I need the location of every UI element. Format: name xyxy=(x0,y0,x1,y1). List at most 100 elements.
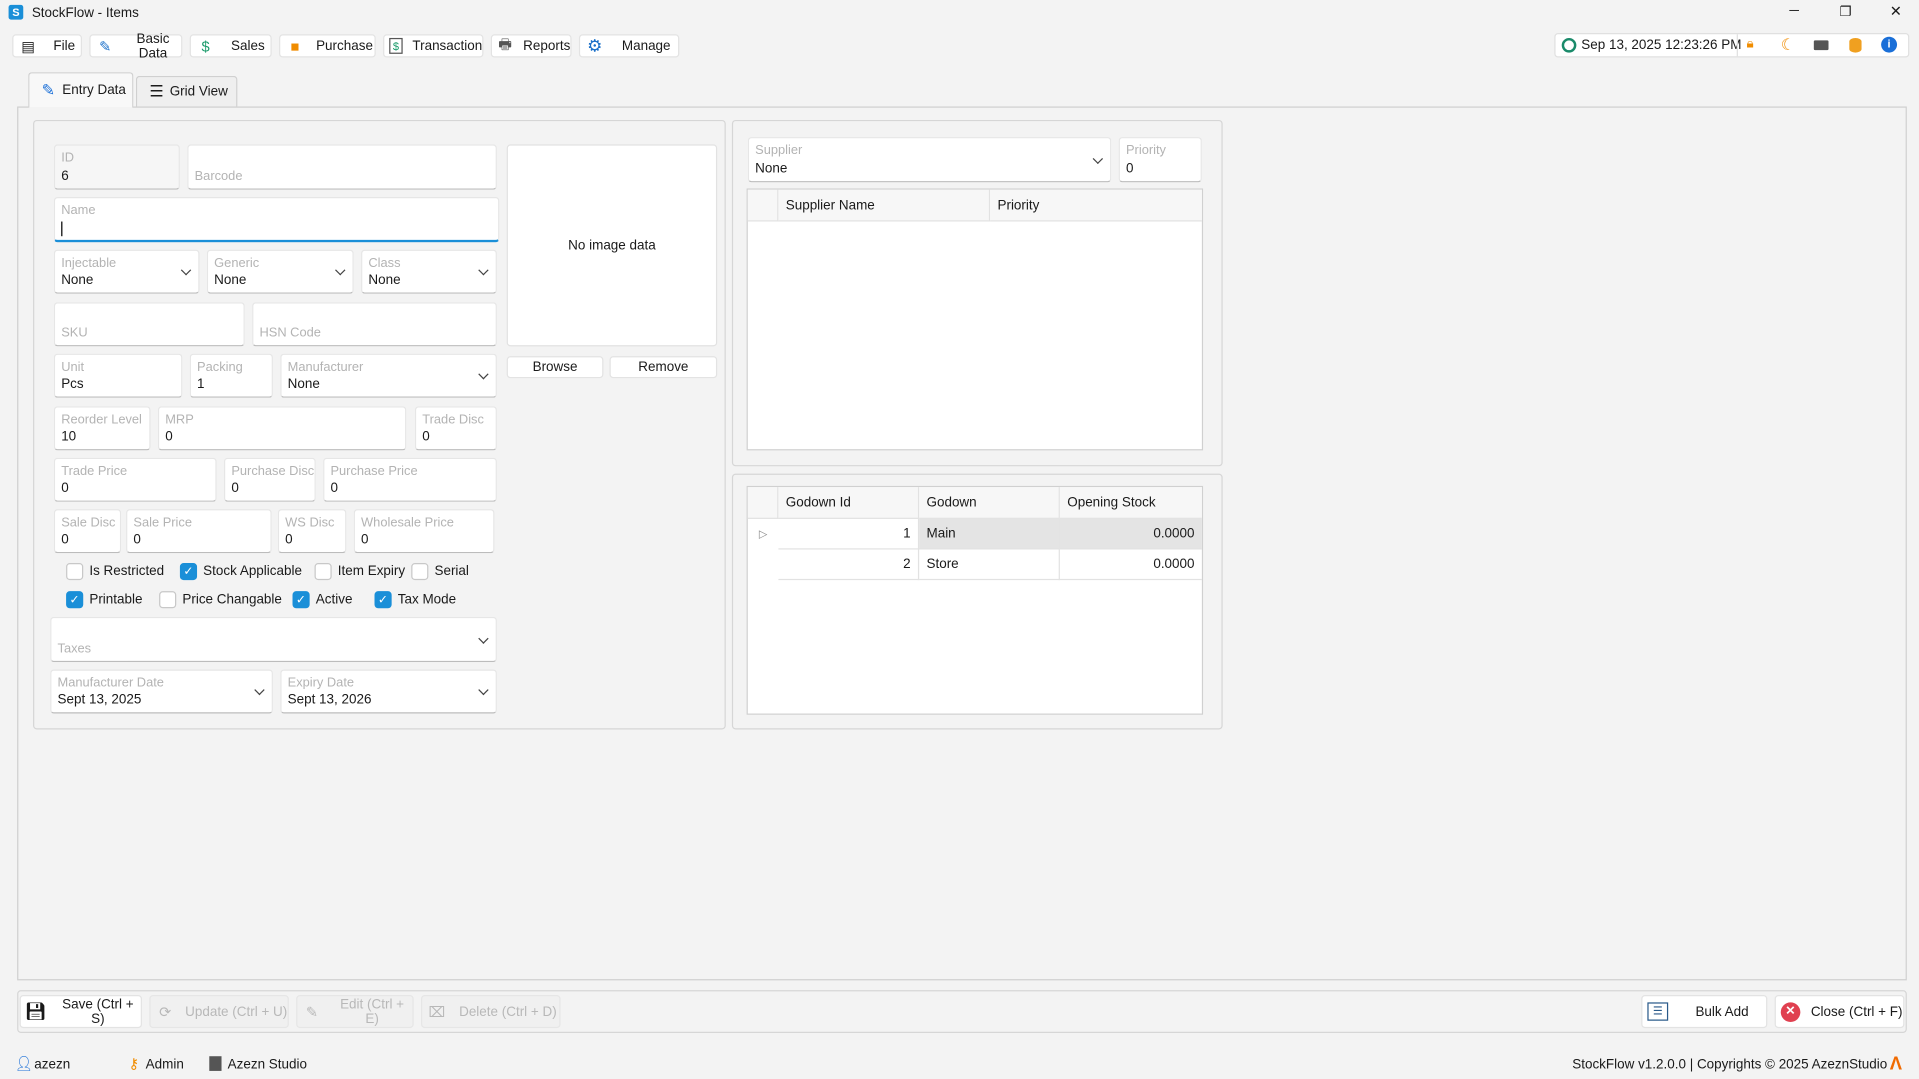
godown-grid[interactable]: Godown Id Godown Opening Stock ▷ 1 Main … xyxy=(746,485,1204,715)
update-button[interactable]: ⟳ Update (Ctrl + U) xyxy=(149,995,289,1029)
chevron-down-icon xyxy=(254,684,265,696)
keyboard-icon[interactable] xyxy=(1813,40,1829,51)
reorder-level-field[interactable]: Reorder Level 10 xyxy=(53,406,151,451)
class-dropdown[interactable]: Class None xyxy=(361,249,497,294)
cell-godown[interactable]: Store xyxy=(919,549,1060,581)
cell-opening-stock[interactable]: 0.0000 xyxy=(1059,550,1202,581)
packing-field[interactable]: Packing 1 xyxy=(189,353,273,398)
supplier-priority-field[interactable]: Priority 0 xyxy=(1118,137,1202,183)
stock-applicable-checkbox[interactable]: ✓ Stock Applicable xyxy=(179,562,302,581)
column-header-godown[interactable]: Godown xyxy=(919,487,1060,519)
button-label: Browse xyxy=(532,359,578,375)
database-icon[interactable] xyxy=(1849,37,1862,53)
close-window-button[interactable]: ✕ xyxy=(1890,2,1902,19)
generic-dropdown[interactable]: Generic None xyxy=(206,249,354,294)
checkbox-label: Tax Mode xyxy=(397,592,457,608)
cell-opening-stock[interactable]: 0.0000 xyxy=(1059,518,1202,550)
menu-sales[interactable]: $ Sales xyxy=(189,34,272,58)
printable-checkbox[interactable]: ✓ Printable xyxy=(66,591,142,609)
manufacturer-dropdown[interactable]: Manufacturer None xyxy=(280,353,497,398)
menu-basic-data[interactable]: ✎ Basic Data xyxy=(89,31,183,61)
remove-button[interactable]: Remove xyxy=(609,356,718,379)
column-header-opening-stock[interactable]: Opening Stock xyxy=(1059,487,1202,519)
field-label: WS Disc xyxy=(285,515,335,530)
sale-disc-field[interactable]: Sale Disc 0 xyxy=(53,509,122,554)
printer-icon: 🖶 xyxy=(498,35,513,53)
menu-transaction[interactable]: $ Transaction xyxy=(383,34,484,58)
price-changable-checkbox[interactable]: Price Changable xyxy=(159,591,282,609)
item-expiry-checkbox[interactable]: Item Expiry xyxy=(314,562,405,581)
hsn-code-field[interactable]: HSN Code xyxy=(252,302,497,347)
save-icon: 💾︎ xyxy=(24,1001,47,1021)
menu-label: Basic Data xyxy=(136,31,170,61)
bulk-add-button[interactable]: ☰ Bulk Add xyxy=(1641,995,1768,1029)
key-icon: ⚷ xyxy=(128,1055,140,1073)
column-header-godown-id[interactable]: Godown Id xyxy=(778,487,920,519)
menu-manage[interactable]: ⚙ Manage xyxy=(578,34,680,58)
lock-icon[interactable]: 🔒︎ xyxy=(1747,37,1754,53)
field-label: Supplier xyxy=(755,143,803,158)
field-label: Class xyxy=(368,255,401,271)
row-selector-icon[interactable]: ▷ xyxy=(748,519,779,550)
purchase-disc-field[interactable]: Purchase Disc 0 xyxy=(223,457,316,502)
purchase-cart-icon: ■ xyxy=(290,37,300,55)
serial-checkbox[interactable]: Serial xyxy=(411,562,469,581)
purchase-price-field[interactable]: Purchase Price 0 xyxy=(323,457,497,502)
close-button[interactable]: ✕ Close (Ctrl + F) xyxy=(1774,995,1905,1029)
column-header-supplier-name[interactable]: Supplier Name xyxy=(778,189,991,222)
cell-godown[interactable]: Main xyxy=(919,518,1060,550)
field-label: Manufacturer xyxy=(287,359,364,375)
injectable-dropdown[interactable]: Injectable None xyxy=(53,249,200,294)
mrp-field[interactable]: MRP 0 xyxy=(157,406,407,451)
delete-button[interactable]: ⌧ Delete (Ctrl + D) xyxy=(421,995,561,1029)
barcode-field[interactable]: Barcode xyxy=(187,144,497,190)
menu-reports[interactable]: 🖶 Reports xyxy=(490,34,572,58)
name-field[interactable]: Name xyxy=(53,197,500,243)
save-button[interactable]: 💾︎ Save (Ctrl + S) xyxy=(19,995,142,1029)
ws-disc-field[interactable]: WS Disc 0 xyxy=(277,509,347,554)
checkbox-box: ✓ xyxy=(179,562,198,581)
checkbox-box xyxy=(411,562,429,581)
trade-disc-field[interactable]: Trade Disc 0 xyxy=(414,406,497,451)
field-value: 0 xyxy=(165,429,173,445)
field-value: Sept 13, 2026 xyxy=(287,692,372,708)
button-label: Close (Ctrl + F) xyxy=(1810,1004,1903,1019)
supplier-grid[interactable]: Supplier Name Priority xyxy=(746,188,1204,451)
wholesale-price-field[interactable]: Wholesale Price 0 xyxy=(353,509,495,554)
tab-entry-data[interactable]: ✎ Entry Data xyxy=(28,72,134,108)
column-header-priority[interactable]: Priority xyxy=(990,189,1202,222)
trade-price-field[interactable]: Trade Price 0 xyxy=(53,457,217,502)
field-value: None xyxy=(755,161,788,177)
list-icon: ☰ xyxy=(149,82,164,101)
menu-purchase[interactable]: ■ Purchase xyxy=(279,34,376,58)
browse-button[interactable]: Browse xyxy=(506,356,604,379)
is-restricted-checkbox[interactable]: Is Restricted xyxy=(66,562,164,581)
building-icon xyxy=(209,1056,222,1071)
clock-icon xyxy=(1561,37,1577,53)
menu-file[interactable]: ▤ File xyxy=(12,34,83,58)
sale-price-field[interactable]: Sale Price 0 xyxy=(126,509,272,554)
minimize-button[interactable]: ─ xyxy=(1789,4,1799,19)
taxes-dropdown[interactable]: Taxes xyxy=(50,616,497,663)
company-name: Azezn Studio xyxy=(227,1057,307,1073)
info-icon[interactable]: i xyxy=(1881,36,1898,53)
manufacturer-date-picker[interactable]: Manufacturer Date Sept 13, 2025 xyxy=(50,669,273,714)
chevron-down-icon xyxy=(478,684,489,696)
cell-godown-id[interactable]: 2 xyxy=(778,549,920,581)
checkbox-box: ✓ xyxy=(374,591,392,609)
tab-grid-view[interactable]: ☰ Grid View xyxy=(135,75,238,107)
active-checkbox[interactable]: ✓ Active xyxy=(292,591,352,609)
supplier-dropdown[interactable]: Supplier None xyxy=(747,137,1112,183)
cell-godown-id[interactable]: 1 xyxy=(778,518,920,550)
unit-field[interactable]: Unit Pcs xyxy=(53,353,183,398)
moon-icon[interactable]: ☾ xyxy=(1781,35,1795,55)
field-label: Wholesale Price xyxy=(361,515,454,530)
field-label: ID xyxy=(61,150,75,166)
expiry-date-picker[interactable]: Expiry Date Sept 13, 2026 xyxy=(280,669,497,714)
tax-mode-checkbox[interactable]: ✓ Tax Mode xyxy=(374,591,457,609)
edit-button[interactable]: ✎ Edit (Ctrl + E) xyxy=(296,995,414,1029)
field-value: 6 xyxy=(61,168,69,184)
sku-field[interactable]: SKU xyxy=(53,302,245,347)
chevron-down-icon xyxy=(478,265,489,276)
restore-button[interactable]: ❐ xyxy=(1840,4,1852,20)
